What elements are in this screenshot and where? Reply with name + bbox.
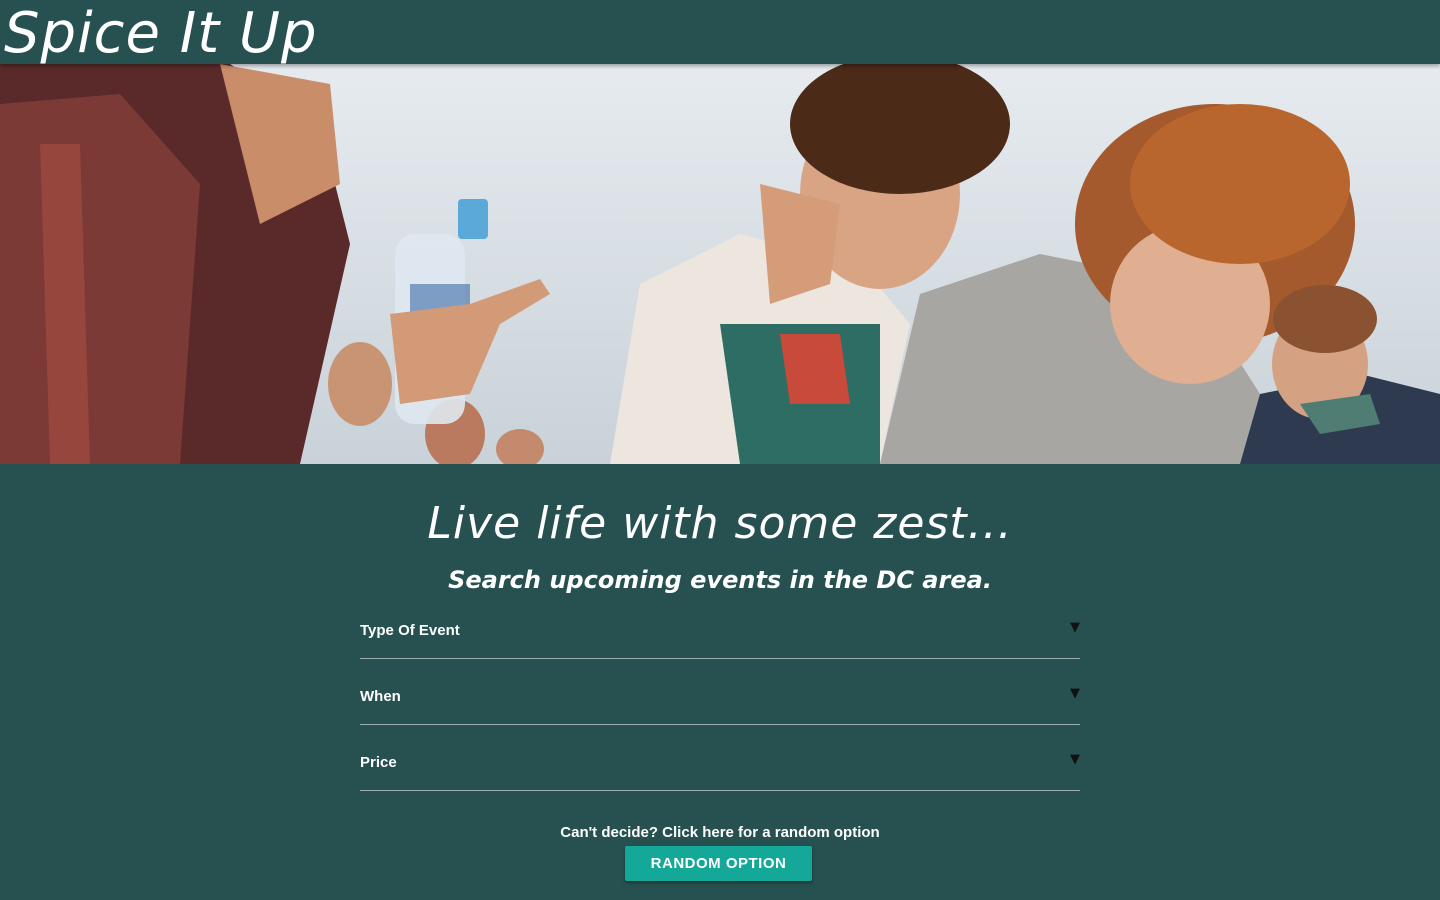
chevron-down-icon: ▼ [1070, 686, 1080, 701]
type-of-event-select[interactable]: Type Of Event ▼ [360, 614, 1080, 659]
search-section: Live life with some zest... Search upcom… [0, 464, 1440, 900]
hero-photo-illustration [0, 64, 1440, 464]
chevron-down-icon: ▼ [1070, 620, 1080, 635]
type-of-event-label: Type Of Event [360, 622, 460, 639]
price-select[interactable]: Price ▼ [360, 746, 1080, 791]
brand-logo-title[interactable]: Spice It Up [4, 0, 318, 74]
page-subtagline: Search upcoming events in the DC area. [448, 566, 992, 594]
random-option-button[interactable]: Random Option [625, 846, 812, 881]
random-option-note: Can't decide? Click here for a random op… [560, 824, 880, 841]
hero-image [0, 64, 1440, 464]
when-select[interactable]: When ▼ [360, 680, 1080, 725]
top-nav-bar: Spice It Up [0, 0, 1440, 66]
price-label: Price [360, 754, 397, 771]
chevron-down-icon: ▼ [1070, 752, 1080, 767]
when-label: When [360, 688, 401, 705]
page-tagline: Live life with some zest... [427, 498, 1013, 549]
